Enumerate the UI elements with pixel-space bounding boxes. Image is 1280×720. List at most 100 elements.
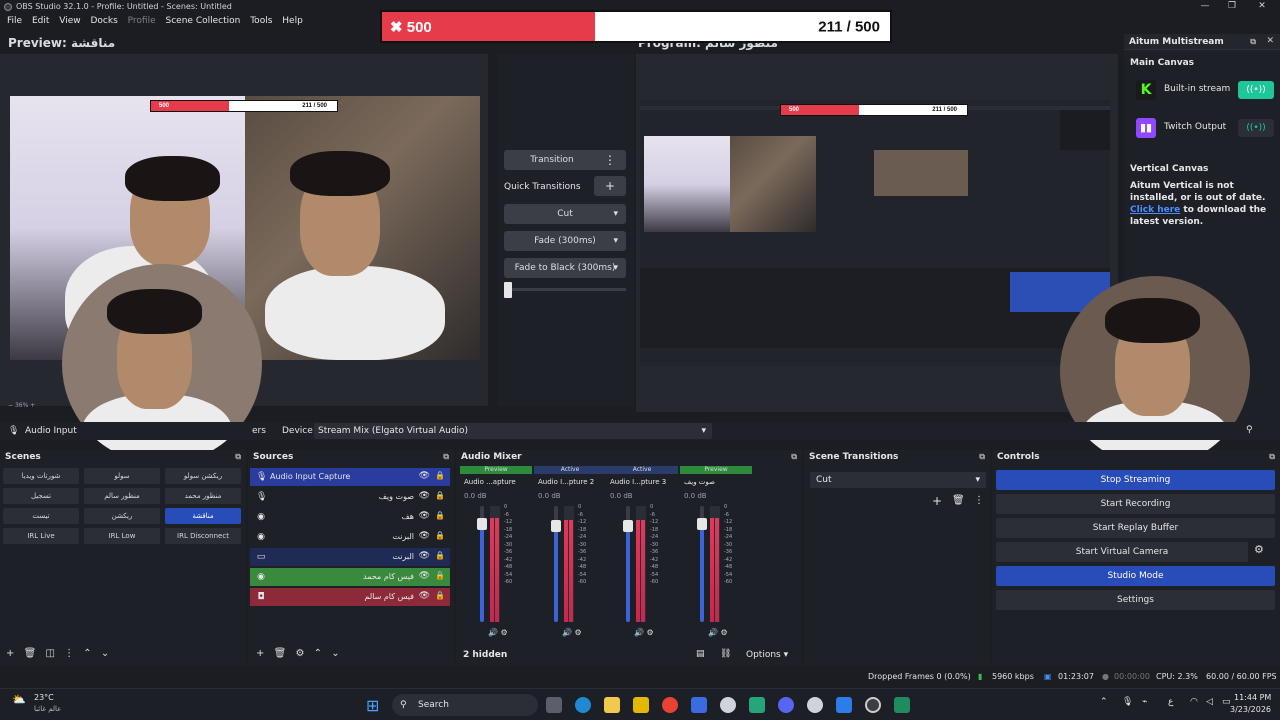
preview-canvas[interactable]: 500 211 / 500 − 36% + [0, 54, 488, 464]
dock-popout-icon[interactable]: ⧉ [235, 452, 241, 462]
source-item[interactable]: ▭ البرنت 👁 🔒 [250, 548, 450, 566]
add-source-icon[interactable]: + [256, 648, 264, 659]
start-icon[interactable]: ⊞ [366, 696, 379, 715]
scene-item[interactable]: سولو [84, 468, 160, 484]
minimize-icon[interactable]: — [1195, 1, 1215, 13]
start-virtual-camera-button[interactable]: Start Virtual Camera [996, 542, 1248, 562]
discord-icon[interactable] [778, 697, 794, 713]
channel-name[interactable]: Audio ...apture [464, 478, 516, 486]
source-item[interactable]: 🎙 صوت ويف 👁 🔒 [250, 488, 450, 506]
stop-streaming-button[interactable]: Stop Streaming [996, 470, 1275, 490]
menu-docks[interactable]: Docks [90, 16, 117, 26]
dock-popout-icon[interactable]: ⧉ [1250, 37, 1256, 47]
dock-popout-icon[interactable]: ⧉ [1269, 452, 1275, 462]
app-blue-icon[interactable] [836, 697, 852, 713]
task-view-icon[interactable] [546, 697, 562, 713]
scene-item[interactable]: تسجيل [3, 488, 79, 504]
volume-icon[interactable]: ◁ [1206, 697, 1213, 707]
dock-close-icon[interactable]: ✕ [1266, 36, 1274, 46]
lock-icon[interactable]: 🔒 [435, 471, 445, 480]
lock-icon[interactable]: 🔒 [435, 551, 445, 560]
lock-icon[interactable]: 🔒 [435, 591, 445, 600]
volume-slider-handle[interactable] [697, 517, 707, 530]
lock-icon[interactable]: 🔒 [435, 571, 445, 580]
menu-edit[interactable]: Edit [32, 16, 49, 26]
visibility-icon[interactable]: 👁 [419, 491, 430, 501]
lock-icon[interactable]: 🔒 [435, 531, 445, 540]
scene-item[interactable]: تيست [3, 508, 79, 524]
visibility-icon[interactable]: 👁 [419, 531, 430, 541]
tray-chevron-icon[interactable]: ⌃ [1100, 697, 1108, 707]
volume-slider[interactable] [697, 506, 707, 622]
source-item[interactable]: ◉ هف 👁 🔒 [250, 508, 450, 526]
scene-item[interactable]: شورتات ويديا [3, 468, 79, 484]
scene-item[interactable]: IRL Low [84, 528, 160, 544]
tray-icon[interactable]: ⌁ [1142, 697, 1147, 707]
menu-profile[interactable]: Profile [128, 16, 156, 26]
volume-slider-handle[interactable] [623, 519, 633, 532]
lock-icon[interactable]: 🔒 [435, 511, 445, 520]
scene-item[interactable]: ريكشن [84, 508, 160, 524]
app-stripes-icon[interactable] [691, 697, 707, 713]
app-green-icon[interactable] [749, 697, 765, 713]
dock-popout-icon[interactable]: ⧉ [443, 452, 449, 462]
wifi-icon[interactable]: ◠ [1190, 697, 1198, 707]
menu-view[interactable]: View [59, 16, 80, 26]
dock-popout-icon[interactable]: ⧉ [791, 452, 797, 462]
visibility-icon[interactable]: 👁 [419, 511, 430, 521]
remove-transition-icon[interactable]: 🗑 [952, 495, 965, 506]
language-icon[interactable]: ع [1168, 697, 1173, 707]
clock-time[interactable]: 11:44 PM [1234, 693, 1271, 702]
app-q-icon[interactable] [720, 697, 736, 713]
transition-select[interactable]: Cut ▾ [810, 472, 986, 488]
obs-taskbar-icon[interactable] [865, 697, 881, 713]
quick-fade-button[interactable]: Fade (300ms) ▾ [504, 231, 626, 251]
channel-name[interactable]: Audio I...pture 2 [538, 478, 594, 486]
transition-menu-icon[interactable]: ⋮ [974, 495, 984, 506]
mic-tray-icon[interactable]: 🎙 [1122, 697, 1133, 707]
scene-item[interactable]: ريكشن سولو [165, 468, 241, 484]
add-quick-transition-icon[interactable]: + [594, 176, 626, 196]
visibility-icon[interactable]: 👁 [419, 471, 430, 481]
volume-slider[interactable] [477, 506, 487, 622]
move-down-icon[interactable]: ⌄ [101, 648, 109, 659]
t-bar-track[interactable] [504, 288, 626, 291]
transition-menu-icon[interactable]: ⋮ [594, 150, 626, 170]
channel-name[interactable]: صوت ويف [684, 478, 715, 486]
menu-scene-collection[interactable]: Scene Collection [166, 16, 241, 26]
dock-popout-icon[interactable]: ⧉ [979, 452, 985, 462]
scene-item[interactable]: منظور محمد [165, 488, 241, 504]
scene-item[interactable]: IRL Live [3, 528, 79, 544]
scene-item[interactable]: مناقشة [165, 508, 241, 524]
visibility-icon[interactable]: 👁 [419, 551, 430, 561]
pin-icon[interactable]: ⚲ [1246, 425, 1253, 435]
taskbar-search[interactable]: ⚲ Search [392, 694, 538, 716]
scene-item[interactable]: IRL Disconnect [165, 528, 241, 544]
twitch-output-toggle[interactable]: ((•)) [1238, 119, 1274, 137]
volume-slider-handle[interactable] [551, 519, 561, 532]
builtin-stream-toggle[interactable]: ((•)) [1238, 81, 1274, 99]
t-bar-handle[interactable] [504, 282, 512, 298]
move-up-icon[interactable]: ⌃ [83, 648, 91, 659]
mute-icon[interactable]: 🔊 ⚙ [634, 628, 654, 637]
volume-slider[interactable] [623, 506, 633, 622]
layout-icon[interactable]: ▤ [696, 649, 705, 659]
source-item[interactable]: ◘ فيس كام سالم 👁 🔒 [250, 588, 450, 606]
settings-app-icon[interactable] [807, 697, 823, 713]
chrome-icon[interactable] [662, 697, 678, 713]
remove-scene-icon[interactable]: 🗑 [24, 648, 37, 659]
add-scene-icon[interactable]: + [6, 648, 14, 659]
download-link[interactable]: Click here [1130, 205, 1180, 215]
start-recording-button[interactable]: Start Recording [996, 494, 1275, 514]
source-item[interactable]: 🎙 Audio Input Capture 👁 🔒 [250, 468, 450, 486]
transition-button[interactable]: Transition [504, 150, 600, 170]
mixer-options-button[interactable]: Options ▾ [746, 650, 788, 660]
scene-filter-icon[interactable]: ◫ [45, 648, 54, 659]
app-terminal-icon[interactable] [894, 697, 910, 713]
channel-name[interactable]: Audio I...pture 3 [610, 478, 666, 486]
scene-item[interactable]: منظور سالم [84, 488, 160, 504]
maximize-icon[interactable]: ❐ [1222, 1, 1242, 13]
mute-icon[interactable]: 🔊 ⚙ [488, 628, 508, 637]
app-r-icon[interactable] [633, 697, 649, 713]
menu-tools[interactable]: Tools [250, 16, 272, 26]
